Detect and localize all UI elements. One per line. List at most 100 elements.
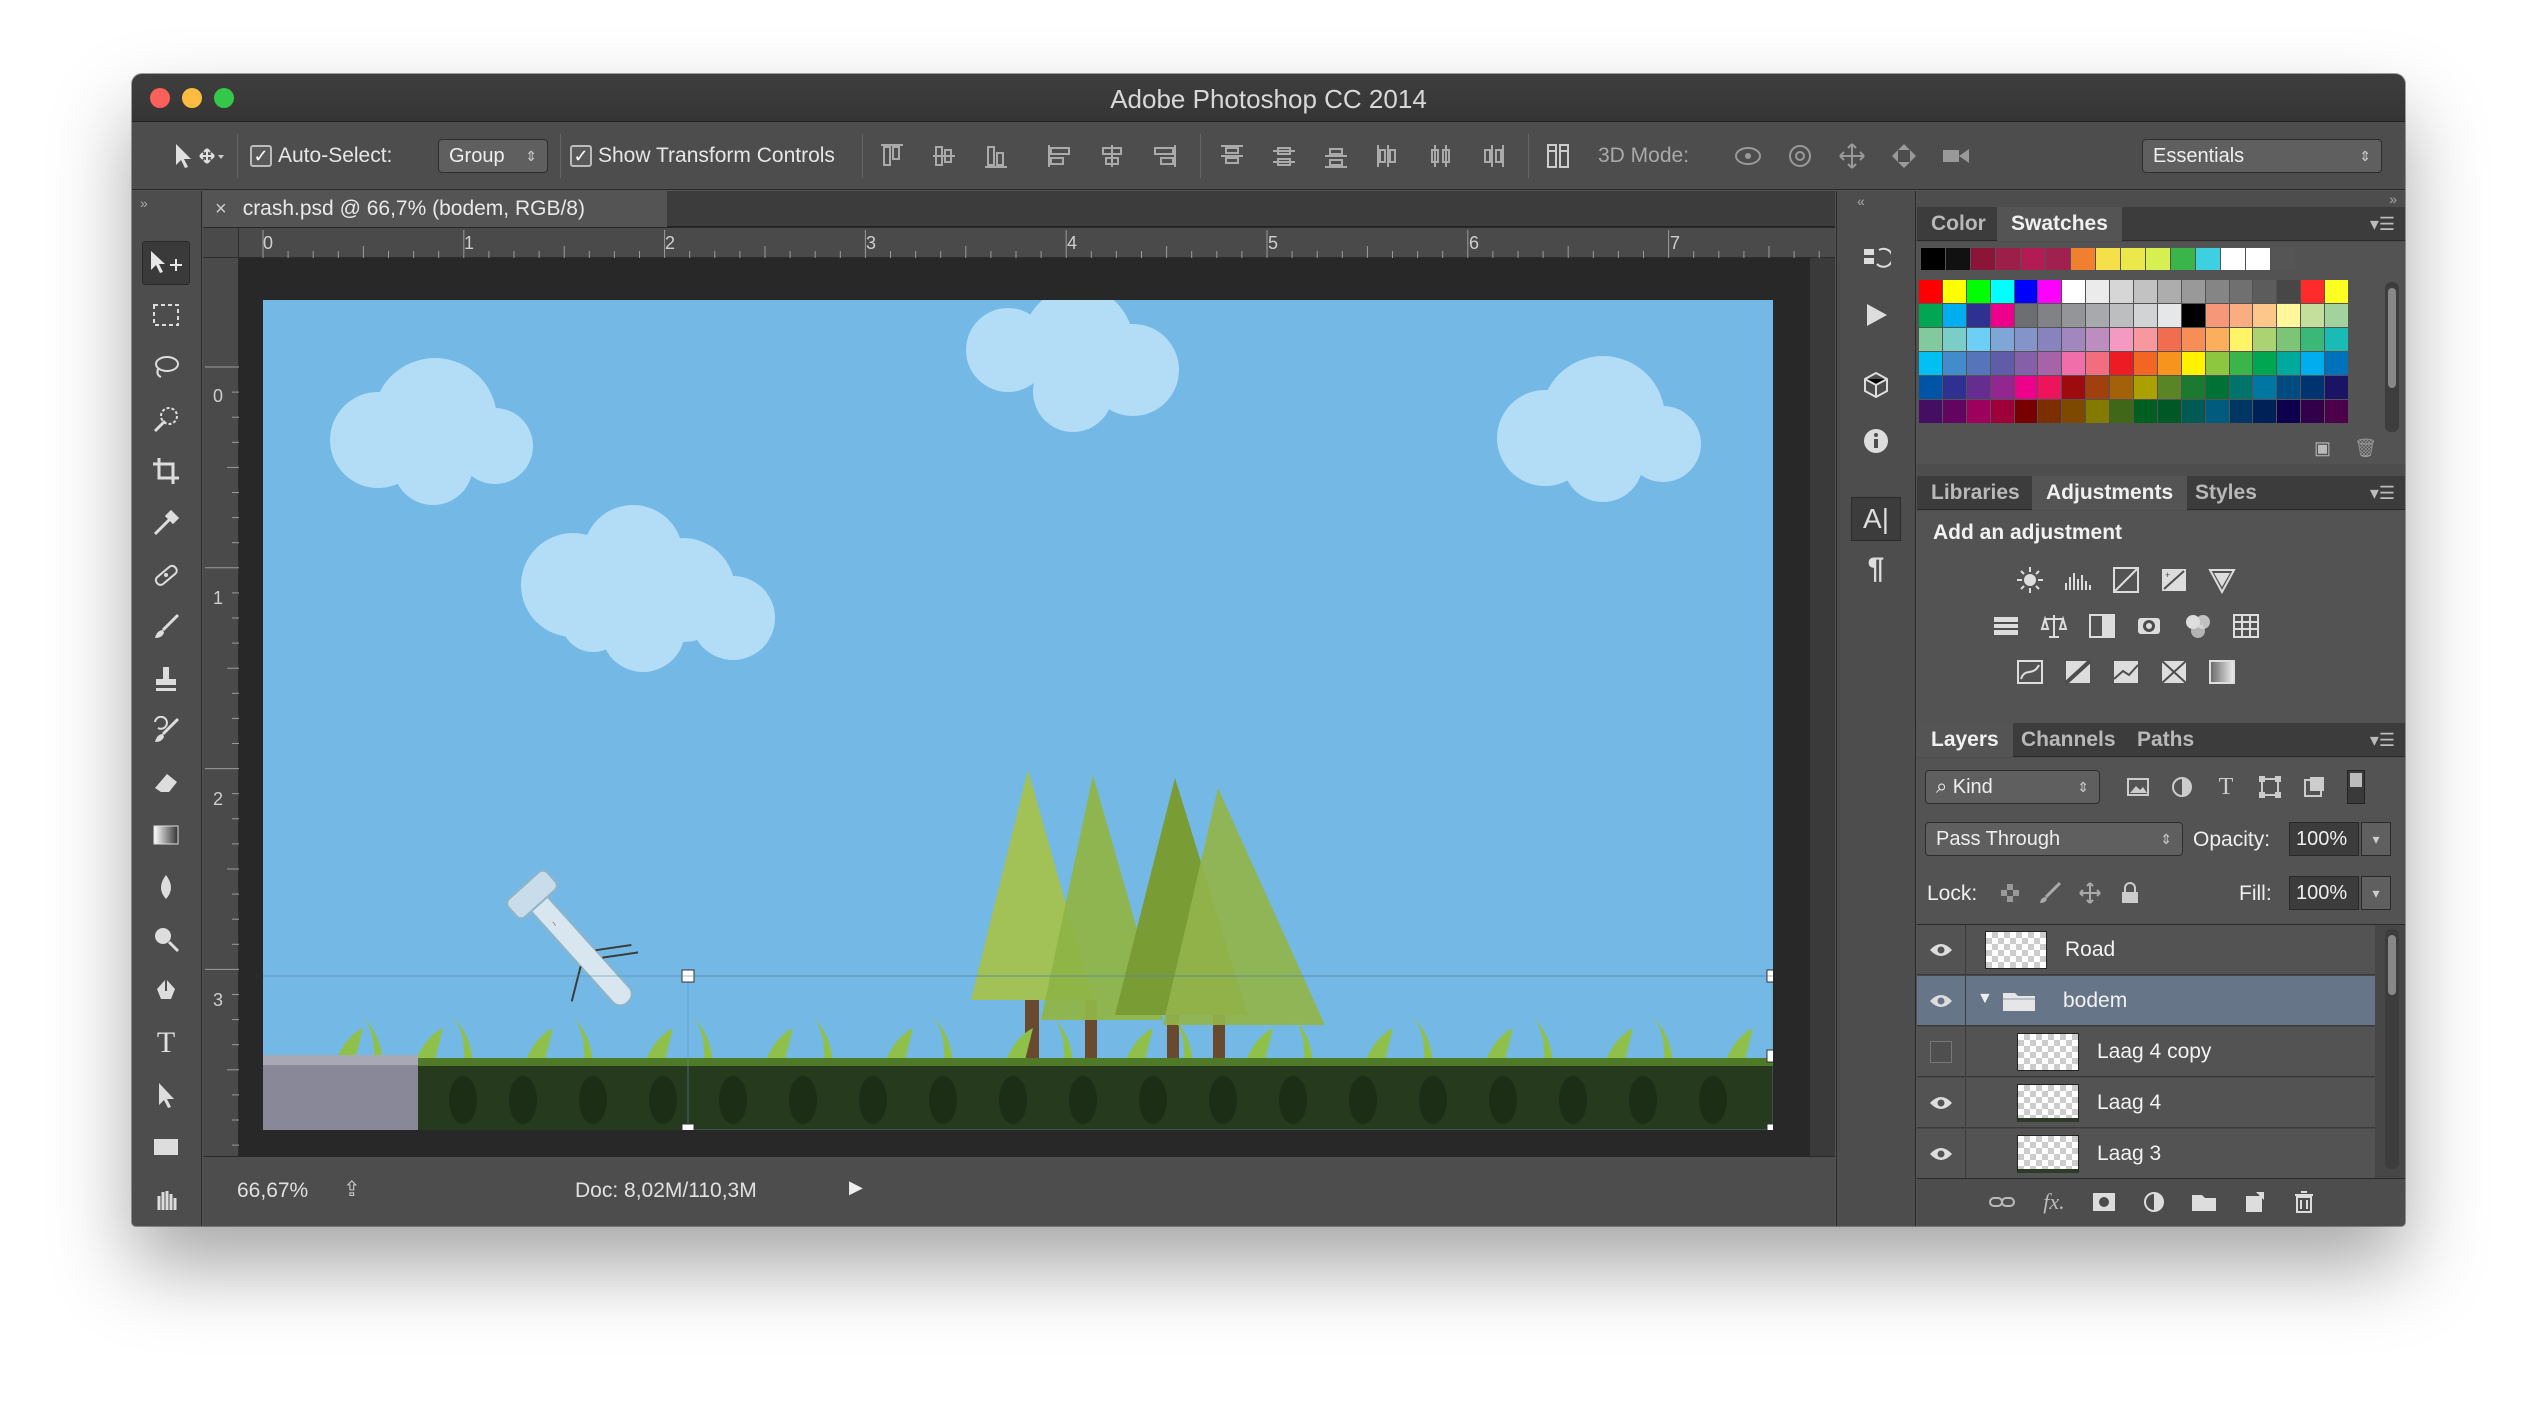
posterize-icon[interactable] bbox=[2061, 655, 2095, 689]
fill-input[interactable]: 100% bbox=[2289, 876, 2359, 910]
swatch[interactable] bbox=[2325, 280, 2349, 303]
swatch[interactable] bbox=[2253, 352, 2277, 375]
expand-group-triangle-icon[interactable]: ▼ bbox=[1977, 990, 1993, 1008]
filter-shape-layers-icon[interactable] bbox=[2253, 770, 2287, 804]
swatch[interactable] bbox=[2253, 280, 2277, 303]
swatch[interactable] bbox=[1942, 376, 1966, 399]
swatch[interactable] bbox=[2229, 280, 2253, 303]
swatch[interactable] bbox=[1919, 352, 1942, 375]
swatch[interactable] bbox=[1996, 248, 2020, 270]
swatch[interactable] bbox=[2277, 280, 2301, 303]
3d-roll-icon[interactable] bbox=[1784, 140, 1816, 172]
tab-channels[interactable]: Channels bbox=[2007, 723, 2130, 757]
visibility-eye-icon[interactable] bbox=[1927, 1141, 1955, 1167]
opacity-slider-toggle[interactable]: ▾ bbox=[2361, 822, 2391, 856]
history-brush-tool[interactable] bbox=[142, 709, 190, 753]
lasso-tool[interactable] bbox=[142, 345, 190, 389]
new-swatch-icon[interactable]: ▣ bbox=[2314, 438, 2331, 459]
swatch[interactable] bbox=[2121, 248, 2145, 270]
swatch[interactable] bbox=[1966, 352, 1990, 375]
swatch[interactable] bbox=[1919, 280, 1942, 303]
swatch[interactable] bbox=[2229, 376, 2253, 399]
exposure-icon[interactable]: + bbox=[2157, 563, 2191, 597]
swatch[interactable] bbox=[1921, 248, 1945, 270]
swatch[interactable] bbox=[2181, 328, 2205, 351]
auto-select-dropdown[interactable]: Group ⇕ bbox=[438, 139, 548, 173]
align-top-edges-icon[interactable] bbox=[876, 140, 908, 172]
swatch[interactable] bbox=[2205, 400, 2229, 423]
pen-tool[interactable] bbox=[142, 969, 190, 1013]
swatch[interactable] bbox=[1990, 304, 2014, 327]
healing-brush-tool[interactable] bbox=[142, 553, 190, 597]
layer-row-bodem[interactable]: ▼ bodem bbox=[1917, 976, 2375, 1026]
auto-select-checkbox[interactable]: ✓ bbox=[250, 145, 272, 167]
tab-layers[interactable]: Layers bbox=[1917, 723, 2013, 757]
lock-transparent-pixels-icon[interactable] bbox=[1993, 876, 2027, 910]
swatch[interactable] bbox=[2086, 352, 2110, 375]
swatch[interactable] bbox=[2014, 400, 2038, 423]
distribute-top-icon[interactable] bbox=[1216, 140, 1248, 172]
show-transform-controls[interactable]: ✓ Show Transform Controls bbox=[570, 122, 835, 190]
swatch[interactable] bbox=[2325, 376, 2349, 399]
swatch[interactable] bbox=[2277, 376, 2301, 399]
gradient-map-icon[interactable] bbox=[2205, 655, 2239, 689]
move-tool[interactable] bbox=[142, 241, 190, 285]
swatch[interactable] bbox=[2110, 328, 2134, 351]
swatch[interactable] bbox=[1971, 248, 1995, 270]
swatch[interactable] bbox=[2181, 352, 2205, 375]
opacity-input[interactable]: 100% bbox=[2289, 822, 2359, 856]
type-tool[interactable]: T bbox=[142, 1021, 190, 1065]
channel-mixer-icon[interactable] bbox=[2181, 609, 2215, 643]
add-mask-icon[interactable] bbox=[2087, 1185, 2121, 1219]
auto-select-control[interactable]: ✓ Auto-Select: bbox=[250, 122, 392, 190]
filter-toggle-switch[interactable] bbox=[2347, 770, 2365, 804]
photo-filter-icon[interactable] bbox=[2133, 609, 2167, 643]
swatch[interactable] bbox=[1942, 280, 1966, 303]
swatch[interactable] bbox=[2229, 352, 2253, 375]
swatch[interactable] bbox=[2229, 328, 2253, 351]
tab-adjustments[interactable]: Adjustments bbox=[2032, 476, 2188, 510]
marquee-tool[interactable] bbox=[142, 293, 190, 337]
blend-mode-dropdown[interactable]: Pass Through ⇕ bbox=[1925, 822, 2183, 856]
rectangle-tool[interactable] bbox=[142, 1125, 190, 1169]
eraser-tool[interactable] bbox=[142, 761, 190, 805]
black-white-icon[interactable] bbox=[2085, 609, 2119, 643]
swatch[interactable] bbox=[2014, 352, 2038, 375]
3d-panel-icon[interactable] bbox=[1851, 363, 1901, 407]
collapse-toolbar-icon[interactable]: » bbox=[140, 195, 148, 211]
path-selection-tool[interactable] bbox=[142, 1073, 190, 1117]
lock-position-icon[interactable] bbox=[2073, 876, 2107, 910]
new-adjustment-layer-icon[interactable] bbox=[2137, 1185, 2171, 1219]
layer-name[interactable]: Laag 4 copy bbox=[2097, 1040, 2211, 1064]
swatch[interactable] bbox=[2086, 376, 2110, 399]
brush-tool[interactable] bbox=[142, 605, 190, 649]
lock-all-icon[interactable] bbox=[2113, 876, 2147, 910]
actions-play-icon[interactable] bbox=[1851, 293, 1901, 337]
selective-color-icon[interactable] bbox=[2157, 655, 2191, 689]
swatch[interactable] bbox=[2071, 248, 2095, 270]
swatch[interactable] bbox=[1966, 328, 1990, 351]
swatch[interactable] bbox=[2014, 376, 2038, 399]
swatch[interactable] bbox=[2205, 328, 2229, 351]
distribute-horizontal-centers-icon[interactable] bbox=[1424, 140, 1456, 172]
dodge-tool[interactable] bbox=[142, 917, 190, 961]
swatch[interactable] bbox=[2134, 304, 2157, 327]
blur-tool[interactable] bbox=[142, 865, 190, 909]
new-layer-icon[interactable] bbox=[2237, 1185, 2271, 1219]
visibility-toggle-off[interactable] bbox=[1927, 1039, 1955, 1065]
swatch[interactable] bbox=[2014, 280, 2038, 303]
swatch[interactable] bbox=[2301, 376, 2325, 399]
curves-icon[interactable] bbox=[2109, 563, 2143, 597]
swatch[interactable] bbox=[2301, 280, 2325, 303]
tool-preset-picker[interactable] bbox=[172, 122, 224, 190]
threshold-icon[interactable] bbox=[2109, 655, 2143, 689]
crop-tool[interactable] bbox=[142, 449, 190, 493]
delete-layer-icon[interactable] bbox=[2287, 1185, 2321, 1219]
swatch[interactable] bbox=[1942, 400, 1966, 423]
align-left-edges-icon[interactable] bbox=[1044, 140, 1076, 172]
swatch[interactable] bbox=[2229, 304, 2253, 327]
distribute-right-icon[interactable] bbox=[1476, 140, 1508, 172]
swatch[interactable] bbox=[1990, 376, 2014, 399]
filter-adjustment-layers-icon[interactable] bbox=[2165, 770, 2199, 804]
swatch[interactable] bbox=[2062, 400, 2086, 423]
